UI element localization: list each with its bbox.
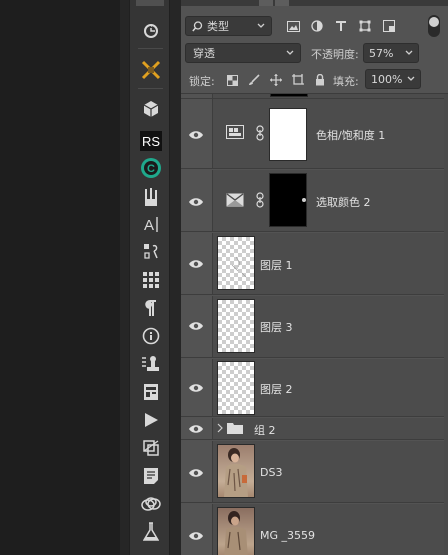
layer-name: 色相/饱和度 1 xyxy=(316,129,386,142)
layer-name: 组 2 xyxy=(254,424,276,437)
layer-mask-thumbnail xyxy=(269,173,307,227)
notes-icon[interactable] xyxy=(130,464,171,488)
layer-name: 图层 3 xyxy=(260,321,293,334)
filter-toggle[interactable] xyxy=(428,15,440,37)
eye-icon[interactable] xyxy=(188,530,204,542)
canvas-area xyxy=(0,0,120,555)
rs-plugin-icon[interactable]: RS xyxy=(130,129,171,153)
layer-mask-thumbnail xyxy=(269,108,307,161)
eye-icon[interactable] xyxy=(188,196,204,208)
layer-thumbnail xyxy=(217,236,255,290)
chevron-down-icon xyxy=(286,50,294,55)
image-filter-icon[interactable] xyxy=(281,16,305,36)
lock-icons xyxy=(221,69,331,91)
type-filter-icon[interactable] xyxy=(329,16,353,36)
actions-play-icon[interactable] xyxy=(130,408,171,432)
layer-row-layer-2[interactable]: 图层 2 xyxy=(181,359,448,417)
panel-tab-strip xyxy=(181,0,448,6)
swatches-grid-icon[interactable] xyxy=(130,268,171,292)
layer-photo-thumbnail xyxy=(217,507,255,555)
layer-row-ds3[interactable]: DS3 xyxy=(181,441,448,503)
fill-label: 填充: xyxy=(333,75,359,88)
brush-presets-icon[interactable] xyxy=(130,185,171,209)
lock-label: 锁定: xyxy=(189,75,215,88)
scrollbar[interactable] xyxy=(444,94,448,555)
stamp-icon[interactable] xyxy=(130,352,171,376)
eye-icon[interactable] xyxy=(188,382,204,394)
hue-saturation-adjustment-icon xyxy=(226,125,244,139)
opacity-field[interactable]: 57% xyxy=(363,43,419,63)
layer-row-group-2[interactable]: 组 2 xyxy=(181,418,448,440)
eye-icon[interactable] xyxy=(188,320,204,332)
eye-icon[interactable] xyxy=(188,258,204,270)
layer-name: 选取颜色 2 xyxy=(316,196,371,209)
folder-icon xyxy=(227,423,243,434)
layer-row-selective-color[interactable]: 选取颜色 2 xyxy=(181,170,448,232)
layer-row-layer-1[interactable]: 图层 1 xyxy=(181,233,448,295)
layer-row-hue-saturation[interactable]: 色相/饱和度 1 xyxy=(181,99,448,169)
chevron-down-icon xyxy=(405,50,413,55)
fill-value: 100% xyxy=(371,72,403,86)
opacity-value: 57% xyxy=(369,46,394,60)
smart-object-filter-icon[interactable] xyxy=(377,16,401,36)
kind-label: 类型 xyxy=(207,20,229,33)
layer-row-mg-3559[interactable]: MG _3559 xyxy=(181,504,448,555)
info-icon[interactable] xyxy=(130,324,171,348)
panel-dock: RS C A xyxy=(129,0,170,555)
layer-name: 图层 2 xyxy=(260,383,293,396)
svg-text:C: C xyxy=(147,163,155,175)
opacity-label: 不透明度: xyxy=(311,48,359,61)
layer-mask-thumbnail xyxy=(270,94,308,97)
properties-icon[interactable] xyxy=(130,436,171,460)
svg-text:A: A xyxy=(144,217,154,233)
layer-thumbnail xyxy=(217,361,255,415)
chevron-right-icon[interactable] xyxy=(217,423,223,433)
3d-cube-icon[interactable] xyxy=(130,97,171,121)
libraries-icon[interactable] xyxy=(130,492,171,516)
flask-icon[interactable] xyxy=(130,520,171,544)
eye-icon[interactable] xyxy=(188,129,204,141)
selective-color-adjustment-icon xyxy=(226,193,244,207)
lock-transparent-icon[interactable] xyxy=(221,69,243,91)
navigator-icon[interactable] xyxy=(130,380,171,404)
filter-icons xyxy=(281,16,401,36)
brush-tools-icon[interactable] xyxy=(130,58,171,82)
lock-all-icon[interactable] xyxy=(309,69,331,91)
blend-mode-value: 穿透 xyxy=(193,47,215,60)
layer-thumbnail xyxy=(217,299,255,353)
coolorus-icon[interactable]: C xyxy=(130,156,171,180)
chevron-down-icon xyxy=(407,76,415,81)
paragraph-icon[interactable] xyxy=(130,296,171,320)
svg-text:RS: RS xyxy=(141,134,159,149)
panel-tab[interactable] xyxy=(275,0,289,6)
dock-grip[interactable] xyxy=(136,0,164,6)
fill-field[interactable]: 100% xyxy=(365,69,421,89)
shape-filter-icon[interactable] xyxy=(353,16,377,36)
layer-row-layer-3[interactable]: 图层 3 xyxy=(181,296,448,358)
link-icon[interactable] xyxy=(256,192,264,208)
blend-mode-select[interactable]: 穿透 xyxy=(185,43,301,63)
layer-name: DS3 xyxy=(260,466,283,479)
layers-panel: 类型 穿透 不透明度: 57% 锁定: 填充: 100% 色相/饱和度 1 选取… xyxy=(181,0,448,555)
lock-position-icon[interactable] xyxy=(265,69,287,91)
panel-gutter xyxy=(170,0,181,555)
panel-tab[interactable] xyxy=(259,0,273,6)
layer-photo-thumbnail xyxy=(217,444,255,498)
panel-divider xyxy=(120,0,129,555)
layer-kind-filter[interactable]: 类型 xyxy=(185,16,272,36)
lock-artboard-icon[interactable] xyxy=(287,69,309,91)
layers-list: 色相/饱和度 1 选取颜色 2 图层 1 图层 3 图层 2 组 2 DS3 M… xyxy=(181,94,448,555)
chevron-down-icon xyxy=(257,23,265,28)
eye-icon[interactable] xyxy=(188,423,204,435)
eye-icon[interactable] xyxy=(188,467,204,479)
link-icon[interactable] xyxy=(256,125,264,141)
adjustment-filter-icon[interactable] xyxy=(305,16,329,36)
search-icon xyxy=(192,20,203,32)
layer-name: MG _3559 xyxy=(260,529,316,542)
glyphs-icon[interactable] xyxy=(130,239,171,263)
history-icon[interactable] xyxy=(130,19,171,43)
layer-name: 图层 1 xyxy=(260,259,293,272)
character-icon[interactable]: A xyxy=(130,212,171,236)
lock-paint-icon[interactable] xyxy=(243,69,265,91)
